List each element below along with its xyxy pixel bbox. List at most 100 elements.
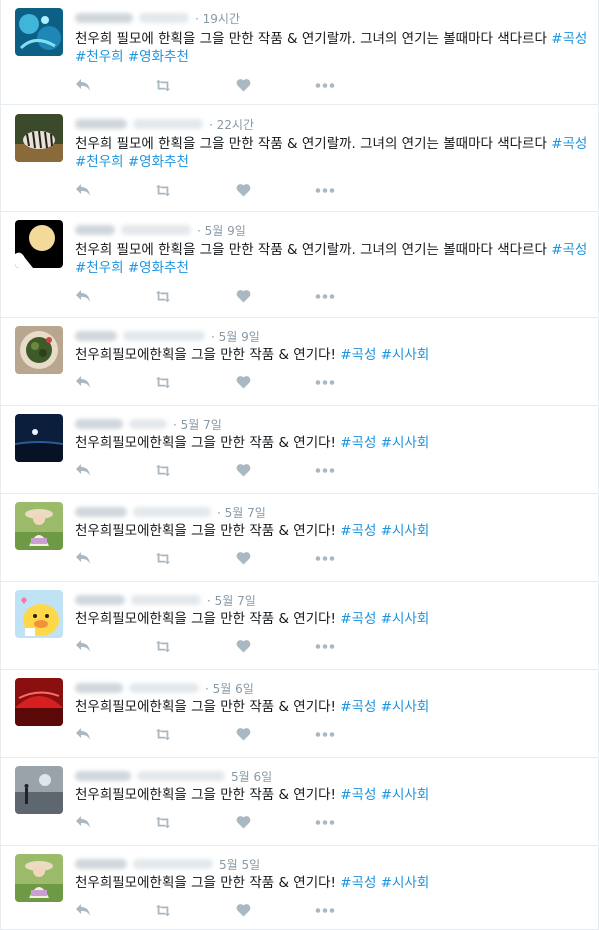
hashtag-link[interactable]: #곡성 (340, 875, 376, 891)
avatar[interactable] (15, 414, 63, 462)
tweet[interactable]: · 5월 9일 천우희필모에한획을 그을 만한 작품 & 연기다! #곡성 #시사… (1, 318, 598, 406)
redacted-display-name[interactable] (75, 225, 115, 235)
hashtag-link[interactable]: #곡성 (551, 242, 587, 258)
reply-icon[interactable] (75, 814, 91, 830)
avatar[interactable] (15, 854, 63, 902)
redacted-username[interactable] (139, 13, 189, 23)
redacted-display-name[interactable] (75, 331, 117, 341)
tweet[interactable]: · 19시간 천우희 필모에 한획을 그을 만한 작품 & 연기랄까. 그녀의 연… (1, 0, 598, 105)
redacted-username[interactable] (137, 771, 225, 781)
redacted-username[interactable] (129, 683, 199, 693)
retweet-icon[interactable] (155, 462, 171, 478)
hashtag-link[interactable]: #곡성 (340, 347, 376, 363)
more-options-icon[interactable] (315, 462, 335, 478)
redacted-display-name[interactable] (75, 683, 123, 693)
tweet-timestamp[interactable]: · 5월 7일 (217, 504, 266, 521)
hashtag-link[interactable]: #영화추천 (128, 154, 189, 170)
like-heart-icon[interactable] (235, 638, 251, 654)
hashtag-link[interactable]: #시사회 (381, 787, 430, 803)
tweet-timestamp[interactable]: · 19시간 (195, 10, 240, 27)
redacted-display-name[interactable] (75, 419, 123, 429)
retweet-icon[interactable] (155, 814, 171, 830)
retweet-icon[interactable] (155, 288, 171, 304)
reply-icon[interactable] (75, 550, 91, 566)
avatar[interactable] (15, 502, 63, 550)
hashtag-link[interactable]: #천우희 (75, 154, 124, 170)
avatar[interactable] (15, 590, 63, 638)
hashtag-link[interactable]: #영화추천 (128, 260, 189, 276)
tweet-timestamp[interactable]: · 5월 7일 (207, 592, 256, 609)
like-heart-icon[interactable] (235, 374, 251, 390)
hashtag-link[interactable]: #곡성 (551, 136, 587, 152)
more-options-icon[interactable] (315, 77, 335, 93)
avatar[interactable] (15, 326, 63, 374)
like-heart-icon[interactable] (235, 814, 251, 830)
tweet-timestamp[interactable]: · 5월 7일 (173, 416, 222, 433)
tweet-timestamp[interactable]: 5월 6일 (231, 768, 272, 785)
reply-icon[interactable] (75, 638, 91, 654)
tweet-timestamp[interactable]: · 5월 6일 (205, 680, 254, 697)
avatar[interactable] (15, 678, 63, 726)
retweet-icon[interactable] (155, 182, 171, 198)
reply-icon[interactable] (75, 902, 91, 918)
hashtag-link[interactable]: #곡성 (340, 787, 376, 803)
hashtag-link[interactable]: #시사회 (381, 435, 430, 451)
tweet[interactable]: 5월 5일 천우희필모에한획을 그을 만한 작품 & 연기다! #곡성 #시사회 (1, 846, 598, 930)
redacted-username[interactable] (133, 119, 203, 129)
reply-icon[interactable] (75, 288, 91, 304)
reply-icon[interactable] (75, 726, 91, 742)
tweet[interactable]: · 22시간 천우희 필모에 한획을 그을 만한 작품 & 연기랄까. 그녀의 연… (1, 105, 598, 212)
hashtag-link[interactable]: #영화추천 (128, 49, 189, 65)
redacted-display-name[interactable] (75, 119, 127, 129)
hashtag-link[interactable]: #곡성 (340, 435, 376, 451)
hashtag-link[interactable]: #곡성 (340, 523, 376, 539)
tweet-timestamp[interactable]: 5월 5일 (219, 856, 260, 873)
more-options-icon[interactable] (315, 374, 335, 390)
retweet-icon[interactable] (155, 77, 171, 93)
more-options-icon[interactable] (315, 638, 335, 654)
like-heart-icon[interactable] (235, 902, 251, 918)
redacted-username[interactable] (133, 859, 213, 869)
more-options-icon[interactable] (315, 182, 335, 198)
tweet-timestamp[interactable]: · 5월 9일 (211, 328, 260, 345)
reply-icon[interactable] (75, 77, 91, 93)
reply-icon[interactable] (75, 374, 91, 390)
hashtag-link[interactable]: #곡성 (551, 31, 587, 47)
hashtag-link[interactable]: #시사회 (381, 347, 430, 363)
redacted-username[interactable] (133, 507, 211, 517)
tweet[interactable]: · 5월 9일 천우희 필모에 한획을 그을 만한 작품 & 연기랄까. 그녀의 … (1, 212, 598, 318)
tweet-timestamp[interactable]: · 22시간 (209, 116, 254, 133)
redacted-display-name[interactable] (75, 13, 133, 23)
like-heart-icon[interactable] (235, 182, 251, 198)
redacted-display-name[interactable] (75, 595, 125, 605)
hashtag-link[interactable]: #곡성 (340, 611, 376, 627)
more-options-icon[interactable] (315, 288, 335, 304)
hashtag-link[interactable]: #시사회 (381, 523, 430, 539)
retweet-icon[interactable] (155, 726, 171, 742)
avatar[interactable] (15, 8, 63, 56)
redacted-display-name[interactable] (75, 771, 131, 781)
avatar[interactable] (15, 114, 63, 162)
redacted-username[interactable] (131, 595, 201, 605)
tweet[interactable]: 5월 6일 천우희필모에한획을 그을 만한 작품 & 연기다! #곡성 #시사회 (1, 758, 598, 846)
avatar[interactable] (15, 766, 63, 814)
like-heart-icon[interactable] (235, 726, 251, 742)
more-options-icon[interactable] (315, 814, 335, 830)
tweet[interactable]: · 5월 6일 천우희필모에한획을 그을 만한 작품 & 연기다! #곡성 #시사… (1, 670, 598, 758)
hashtag-link[interactable]: #천우희 (75, 260, 124, 276)
tweet[interactable]: · 5월 7일 천우희필모에한획을 그을 만한 작품 & 연기다! #곡성 #시사… (1, 582, 598, 670)
more-options-icon[interactable] (315, 726, 335, 742)
like-heart-icon[interactable] (235, 550, 251, 566)
hashtag-link[interactable]: #시사회 (381, 875, 430, 891)
redacted-display-name[interactable] (75, 507, 127, 517)
like-heart-icon[interactable] (235, 77, 251, 93)
like-heart-icon[interactable] (235, 462, 251, 478)
more-options-icon[interactable] (315, 902, 335, 918)
retweet-icon[interactable] (155, 902, 171, 918)
tweet[interactable]: · 5월 7일 천우희필모에한획을 그을 만한 작품 & 연기다! #곡성 #시사… (1, 494, 598, 582)
tweet[interactable]: · 5월 7일 천우희필모에한획을 그을 만한 작품 & 연기다! #곡성 #시사… (1, 406, 598, 494)
hashtag-link[interactable]: #시사회 (381, 699, 430, 715)
retweet-icon[interactable] (155, 638, 171, 654)
tweet-timestamp[interactable]: · 5월 9일 (197, 222, 246, 239)
avatar[interactable] (15, 220, 63, 268)
